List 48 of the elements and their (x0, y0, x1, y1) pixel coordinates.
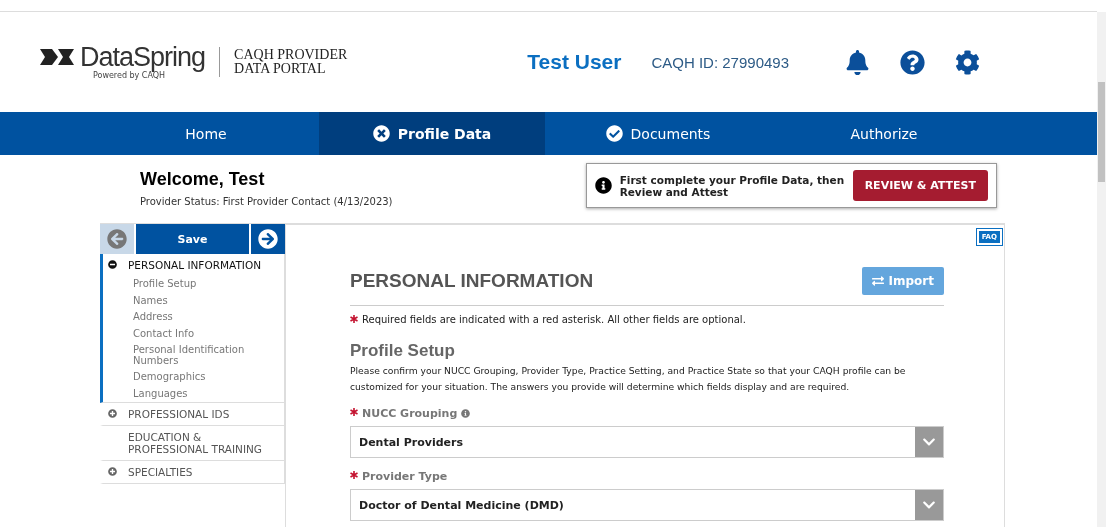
sidebar-item[interactable]: Address (103, 309, 263, 326)
page-title: PERSONAL INFORMATION (350, 270, 594, 292)
user-name: Test User (527, 50, 622, 74)
sidebar-section[interactable]: EDUCATION & PROFESSIONAL TRAINING (128, 431, 278, 455)
sidebar-item[interactable]: Personal Identification Numbers (103, 342, 263, 369)
welcome-title: Welcome, Test (140, 169, 266, 190)
sidebar-section[interactable]: SPECIALTIES (128, 466, 278, 478)
expand-icon[interactable] (108, 409, 117, 418)
asterisk-icon (350, 315, 358, 323)
field-label: Provider Type (362, 470, 448, 483)
provider-status: Provider Status: First Provider Contact (4/13/2023) (140, 196, 393, 207)
select-field[interactable]: Dental Providers (350, 426, 944, 458)
review-attest-button[interactable]: REVIEW & ATTEST (852, 170, 988, 201)
nav-tab[interactable]: Authorize (771, 112, 997, 155)
logo: DataSpring (40, 44, 206, 71)
back-icon[interactable] (100, 224, 134, 254)
logo-icon (40, 48, 76, 66)
sidebar-section[interactable]: PROFESSIONAL IDS (128, 408, 278, 420)
caqh-id: CAQH ID: 27990493 (651, 53, 789, 71)
scrollbar-thumb[interactable] (1098, 82, 1105, 182)
caret-icon (915, 427, 943, 457)
forward-icon[interactable] (251, 224, 285, 254)
portal-name: CAQH PROVIDER DATA PORTAL (234, 48, 348, 76)
notice-text: First complete your Profile Data, then Review and Attest (619, 173, 845, 198)
nav-tab[interactable]: Profile Data (319, 112, 545, 155)
sidebar-item[interactable]: Names (103, 292, 263, 309)
nav-tab[interactable]: Home (93, 112, 319, 155)
section-title: Profile Setup (350, 341, 456, 361)
swap-icon (871, 275, 884, 287)
caret-icon (915, 490, 943, 520)
save-button[interactable]: Save (136, 224, 249, 254)
required-note: Required fields are indicated with a red asterisk. All other fields are optional. (362, 314, 746, 325)
logo-tagline: Powered by CAQH (92, 71, 166, 80)
bell-icon[interactable] (845, 49, 870, 75)
select-field[interactable]: Doctor of Dental Medicine (DMD) (350, 489, 944, 521)
field-label: NUCC Grouping (362, 407, 458, 420)
sidebar-item[interactable]: Languages (103, 385, 263, 402)
sidebar-item[interactable]: Profile Setup (103, 276, 263, 293)
nav-tab[interactable]: Documents (545, 112, 771, 155)
sidebar-item[interactable]: Demographics (103, 369, 263, 386)
settings-icon[interactable] (955, 49, 980, 75)
help-icon[interactable] (900, 49, 925, 75)
info-icon (594, 177, 612, 194)
description: Please confirm your NUCC Grouping, Provider Type, Practice Setting, and Practice State so that your CAQH profile can be customized for your situation. The answers you provide will determine which fields display and are required. (350, 364, 907, 394)
expand-icon[interactable] (108, 467, 117, 476)
collapse-icon[interactable] (108, 260, 117, 269)
sidebar-item[interactable]: Contact Info (103, 325, 263, 342)
sidebar-section[interactable]: PERSONAL INFORMATION (128, 259, 278, 271)
